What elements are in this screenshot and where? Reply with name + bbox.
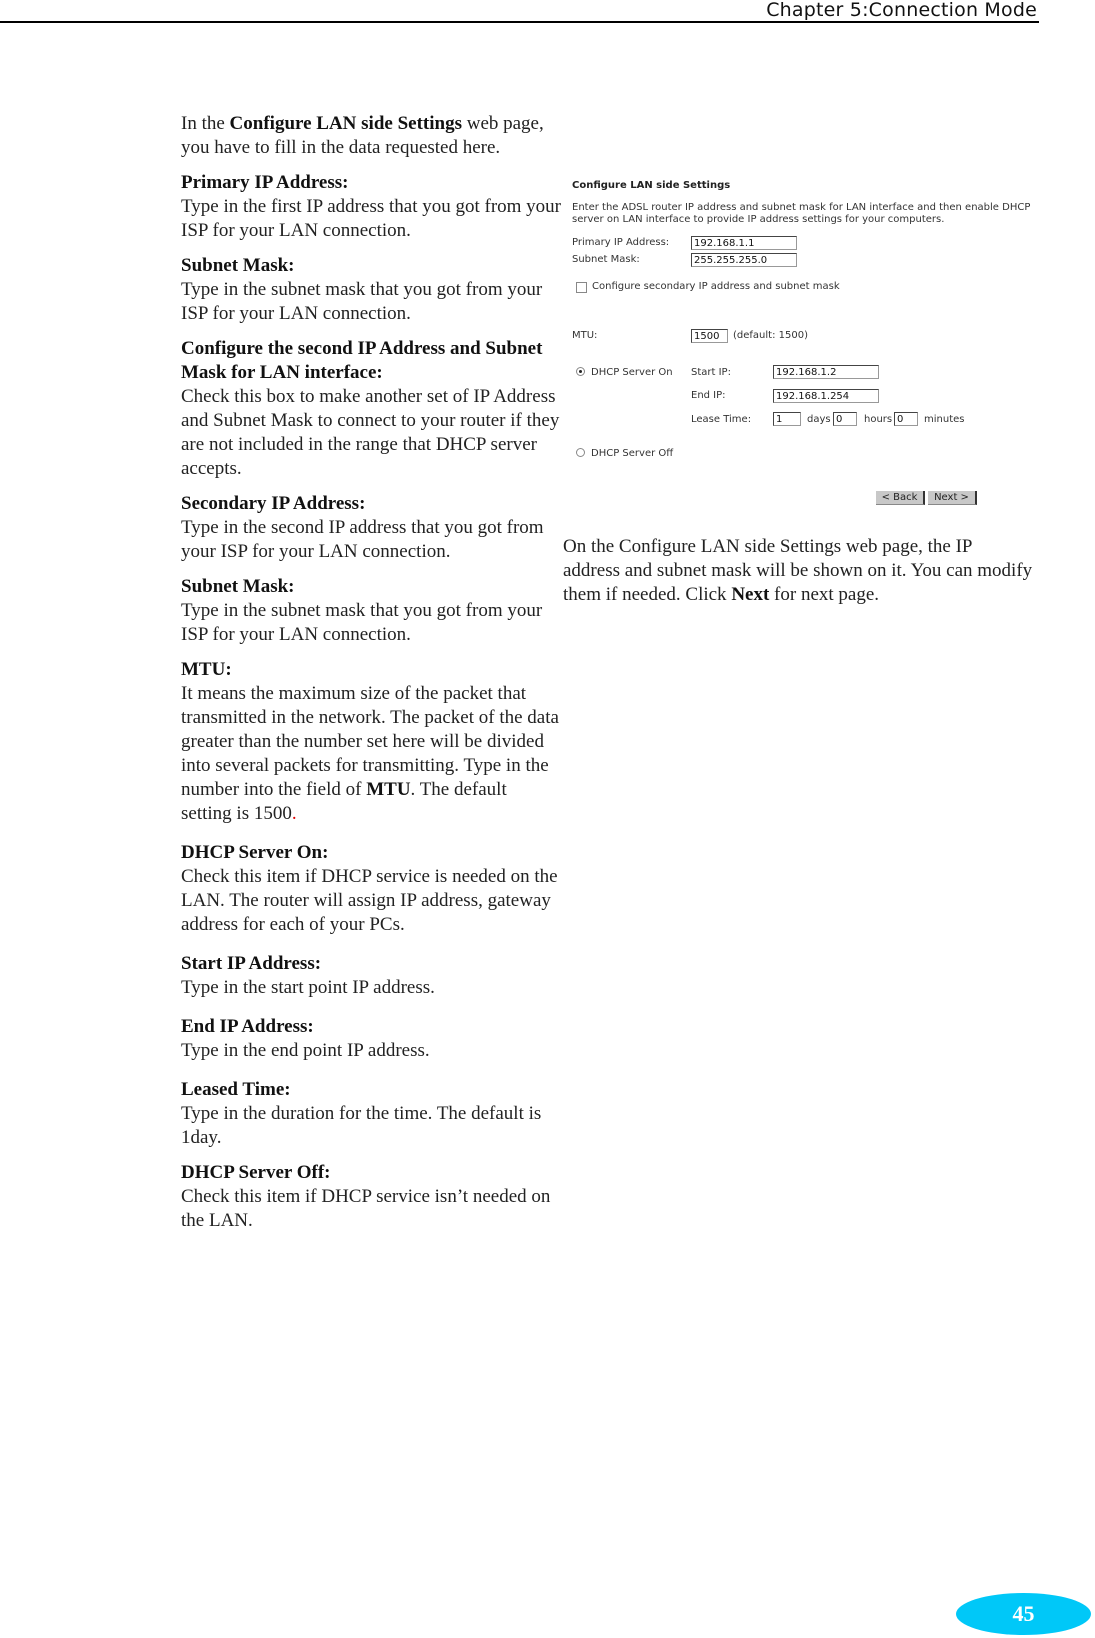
section-body: Check this item if DHCP service is neede…: [181, 866, 558, 935]
mtu-label: MTU:: [572, 330, 598, 341]
left-column: In the Configure LAN side Settings web p…: [181, 112, 561, 1244]
section-primary-ip: Primary IP Address: Type in the first IP…: [181, 171, 561, 243]
mtu-default-hint: (default: 1500): [733, 330, 808, 341]
section-subnet-mask: Subnet Mask: Type in the subnet mask tha…: [181, 254, 561, 326]
page-number-badge: 45: [956, 1593, 1091, 1635]
section-title: Start IP Address:: [181, 953, 322, 974]
section-title: DHCP Server On:: [181, 842, 329, 863]
section-body: Type in the subnet mask that you got fro…: [181, 279, 543, 324]
section-title: Secondary IP Address:: [181, 493, 366, 514]
section-body: Type in the first IP address that you go…: [181, 196, 562, 241]
section-title: Primary IP Address:: [181, 172, 349, 193]
primary-ip-input[interactable]: 192.168.1.1: [691, 236, 797, 250]
screenshot-description: Enter the ADSL router IP address and sub…: [572, 202, 1031, 225]
section-dhcp-off: DHCP Server Off: Check this item if DHCP…: [181, 1161, 561, 1233]
dhcp-off-radio[interactable]: [576, 448, 585, 457]
section-body: Check this item if DHCP service isn’t ne…: [181, 1186, 551, 1231]
section-title: Configure the second IP Address and Subn…: [181, 338, 543, 383]
section-dhcp-on: DHCP Server On: Check this item if DHCP …: [181, 841, 561, 937]
lease-minutes-input[interactable]: 0: [894, 412, 918, 426]
back-button[interactable]: < Back: [876, 491, 925, 505]
dhcp-off-label: DHCP Server Off: [591, 448, 674, 459]
lan-settings-screenshot: Configure LAN side Settings Enter the AD…: [562, 170, 1042, 510]
screenshot-caption: On the Configure LAN side Settings web p…: [563, 536, 1033, 605]
primary-ip-label: Primary IP Address:: [572, 237, 670, 248]
lease-hours-input[interactable]: 0: [833, 412, 857, 426]
lease-time-label: Lease Time:: [691, 414, 752, 425]
section-end-ip: End IP Address: Type in the end point IP…: [181, 1015, 561, 1063]
start-ip-input[interactable]: 192.168.1.2: [773, 365, 879, 379]
minutes-label: minutes: [924, 414, 965, 425]
mtu-input[interactable]: 1500: [691, 329, 728, 343]
section-mtu: MTU: It means the maximum size of the pa…: [181, 658, 561, 826]
section-body: Type in the duration for the time. The d…: [181, 1103, 542, 1148]
lease-days-input[interactable]: 1: [773, 412, 801, 426]
section-body: Type in the start point IP address.: [181, 977, 435, 998]
intro-paragraph: In the Configure LAN side Settings web p…: [181, 113, 544, 158]
chapter-title: Chapter 5:Connection Mode: [766, 0, 1037, 21]
subnet-mask-input[interactable]: 255.255.255.0: [691, 253, 797, 267]
days-label: days: [807, 414, 831, 425]
section-title: End IP Address:: [181, 1016, 314, 1037]
dhcp-on-radio[interactable]: [576, 367, 585, 376]
section-body: Type in the subnet mask that you got fro…: [181, 600, 543, 645]
section-body: It means the maximum size of the packet …: [181, 683, 559, 824]
section-start-ip: Start IP Address: Type in the start poin…: [181, 952, 561, 1000]
section-second-ip-config: Configure the second IP Address and Subn…: [181, 337, 561, 481]
header-rule: [0, 21, 1039, 23]
section-body: Type in the end point IP address.: [181, 1040, 430, 1061]
secondary-ip-checkbox-label: Configure secondary IP address and subne…: [592, 281, 840, 292]
next-button[interactable]: Next >: [928, 491, 977, 505]
start-ip-label: Start IP:: [691, 367, 731, 378]
secondary-ip-checkbox[interactable]: [576, 282, 587, 293]
section-body: Check this box to make another set of IP…: [181, 386, 560, 479]
section-title: Subnet Mask:: [181, 576, 295, 597]
section-body: Type in the second IP address that you g…: [181, 517, 544, 562]
end-ip-input[interactable]: 192.168.1.254: [773, 389, 879, 403]
section-title: MTU:: [181, 659, 232, 680]
section-leased-time: Leased Time: Type in the duration for th…: [181, 1078, 561, 1150]
section-title: Subnet Mask:: [181, 255, 295, 276]
section-title: DHCP Server Off:: [181, 1162, 331, 1183]
screenshot-title: Configure LAN side Settings: [572, 180, 731, 191]
section-subnet-mask-2: Subnet Mask: Type in the subnet mask tha…: [181, 575, 561, 647]
section-title: Leased Time:: [181, 1079, 291, 1100]
hours-label: hours: [864, 414, 893, 425]
end-ip-label: End IP:: [691, 390, 726, 401]
subnet-mask-label: Subnet Mask:: [572, 254, 640, 265]
dhcp-on-label: DHCP Server On: [591, 367, 673, 378]
section-secondary-ip: Secondary IP Address: Type in the second…: [181, 492, 561, 564]
